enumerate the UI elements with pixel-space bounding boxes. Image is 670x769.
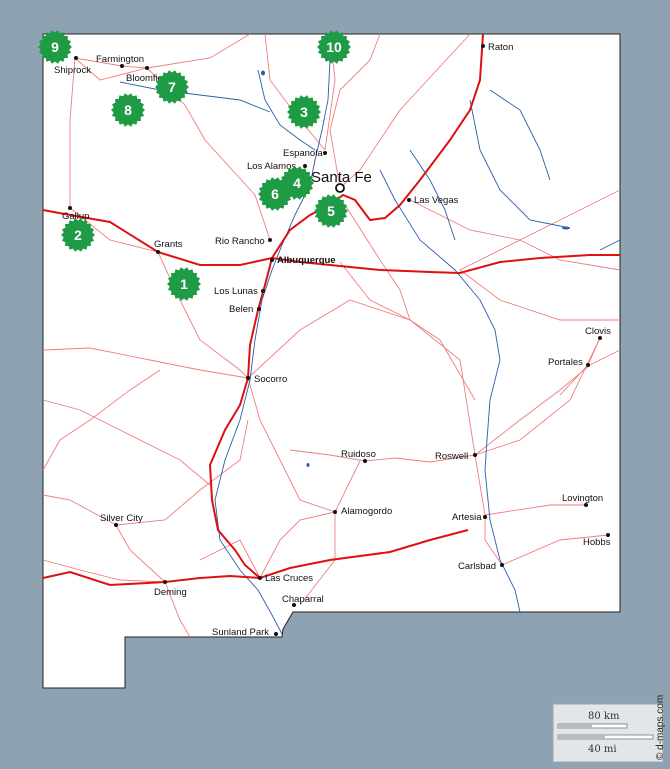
label-clovis: Clovis [585,326,611,337]
label-espanola: Espanola [283,148,323,159]
marker-number: 10 [326,39,342,55]
label-deming: Deming [154,587,187,598]
label-artesia: Artesia [452,512,482,523]
marker-number: 5 [327,203,335,219]
credit-text: © d-maps.com [655,695,666,760]
label-los-lunas: Los Lunas [214,286,258,297]
label-santa-fe: Santa Fe [311,169,372,186]
label-sunland-park: Sunland Park [212,627,269,638]
marker-number: 4 [293,175,301,191]
marker-number: 1 [180,276,188,292]
label-hobbs: Hobbs [583,537,611,548]
label-raton: Raton [488,42,513,53]
label-grants: Grants [154,239,183,250]
marker-number: 6 [271,186,279,202]
label-rio-rancho: Rio Rancho [215,236,265,247]
label-las-cruces: Las Cruces [265,573,313,584]
marker-number: 8 [124,102,132,118]
label-lovington: Lovington [562,493,603,504]
label-roswell: Roswell [435,451,468,462]
label-portales: Portales [548,357,583,368]
label-albuquerque: Albuquerque [277,255,336,266]
label-alamogordo: Alamogordo [341,506,392,517]
label-las-vegas: Las Vegas [414,195,459,206]
label-carlsbad: Carlsbad [458,561,496,572]
scale-label-mi: 40 mi [588,744,617,755]
marker-number: 7 [168,79,176,95]
label-socorro: Socorro [254,374,287,385]
label-chaparral: Chaparral [282,594,324,605]
label-silver-city: Silver City [100,513,143,524]
map-root: Raton Farmington Shiprock Bloomfield Esp… [0,0,670,769]
state-land [42,33,621,689]
marker-number: 3 [300,104,308,120]
label-ruidoso: Ruidoso [341,449,376,460]
marker-number: 2 [74,227,82,243]
scale-bar: 80 km 40 mi [552,703,664,763]
new-mexico-map: Raton Farmington Shiprock Bloomfield Esp… [38,30,666,763]
label-belen: Belen [229,304,253,315]
scale-label-km: 80 km [588,711,620,722]
marker-number: 9 [51,39,59,55]
label-shiprock: Shiprock [54,65,91,76]
label-farmington: Farmington [96,54,144,65]
